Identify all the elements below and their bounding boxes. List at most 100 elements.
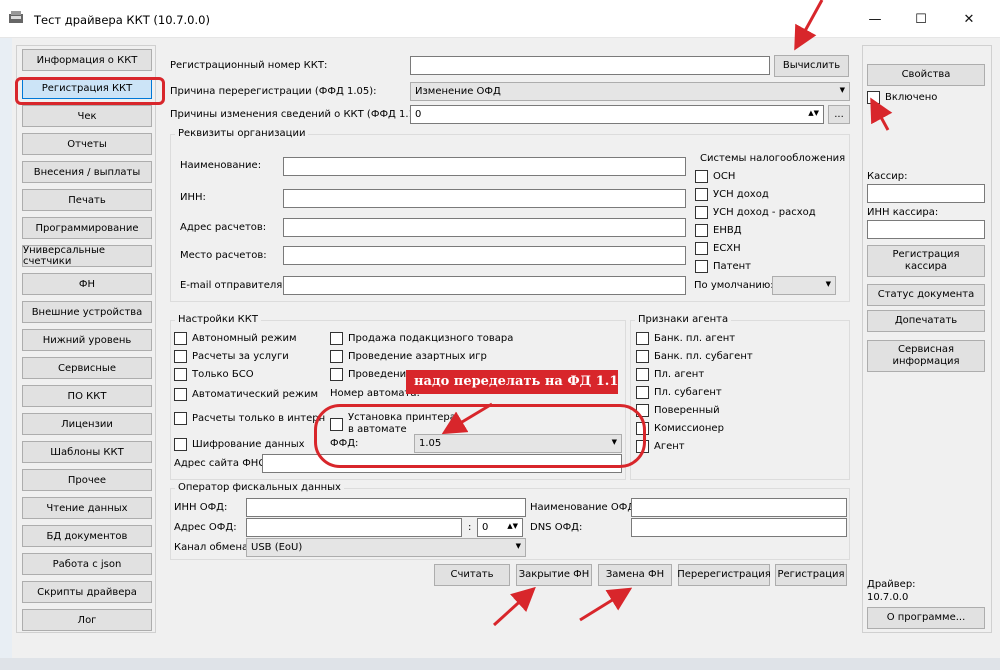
- cashier-input[interactable]: [867, 184, 985, 203]
- agent-checkbox[interactable]: Пл. субагент: [636, 386, 722, 399]
- sidebar-item[interactable]: Программирование: [22, 217, 152, 239]
- tax-system-checkbox[interactable]: Патент: [695, 260, 751, 273]
- sidebar-item[interactable]: Внесения / выплаты: [22, 161, 152, 183]
- sidebar-item[interactable]: Шаблоны ККТ: [22, 441, 152, 463]
- cashier-inn-input[interactable]: [867, 220, 985, 239]
- sidebar-item[interactable]: Лог: [22, 609, 152, 631]
- sidebar-item[interactable]: Сервисные: [22, 357, 152, 379]
- kkt-setting-checkbox[interactable]: Автономный режим: [174, 332, 297, 345]
- minimize-button[interactable]: —: [852, 4, 898, 34]
- calculate-button[interactable]: Вычислить: [774, 55, 849, 77]
- sidebar-item[interactable]: БД документов: [22, 525, 152, 547]
- checkbox-box[interactable]: [174, 412, 187, 425]
- checkbox-box[interactable]: [174, 368, 187, 381]
- ofd-name-input[interactable]: [631, 498, 847, 517]
- org-address-input[interactable]: [283, 218, 686, 237]
- sidebar-item[interactable]: Чек: [22, 105, 152, 127]
- checkbox-box[interactable]: [695, 188, 708, 201]
- sidebar-item[interactable]: Скрипты драйвера: [22, 581, 152, 603]
- agent-checkbox[interactable]: Поверенный: [636, 404, 720, 417]
- enabled-checkbox[interactable]: Включено: [867, 91, 937, 104]
- kkt-setting-checkbox[interactable]: Расчеты за услуги: [174, 350, 289, 363]
- close-fn-button[interactable]: Закрытие ФН: [516, 564, 592, 586]
- checkbox-box[interactable]: [695, 206, 708, 219]
- checkbox-box[interactable]: [636, 368, 649, 381]
- org-email-input[interactable]: [283, 276, 686, 295]
- checkbox-box[interactable]: [695, 170, 708, 183]
- rereg-reason-select[interactable]: Изменение ОФД ▼: [410, 82, 850, 101]
- checkbox-box[interactable]: [174, 350, 187, 363]
- checkbox-box[interactable]: [695, 242, 708, 255]
- checkbox-box[interactable]: [695, 224, 708, 237]
- tax-system-checkbox[interactable]: ЕНВД: [695, 224, 742, 237]
- checkbox-box[interactable]: [330, 368, 343, 381]
- reprint-button[interactable]: Допечатать: [867, 310, 985, 332]
- ofd-port-input[interactable]: 0 ▲▼: [477, 518, 523, 537]
- replace-fn-button[interactable]: Замена ФН: [598, 564, 672, 586]
- sidebar-item[interactable]: Прочее: [22, 469, 152, 491]
- ofd-dns-input[interactable]: [631, 518, 847, 537]
- ofd-inn-input[interactable]: [246, 498, 526, 517]
- checkbox-box[interactable]: [174, 332, 187, 345]
- checkbox-box[interactable]: [636, 386, 649, 399]
- sidebar-item[interactable]: ФН: [22, 273, 152, 295]
- read-button[interactable]: Считать: [434, 564, 510, 586]
- sidebar-item[interactable]: Внешние устройства: [22, 301, 152, 323]
- agent-checkbox[interactable]: Комиссионер: [636, 422, 724, 435]
- checkbox-box[interactable]: [330, 332, 343, 345]
- kkt-setting-label: Автономный режим: [192, 333, 297, 344]
- checkbox-box[interactable]: [174, 438, 187, 451]
- document-status-button[interactable]: Статус документа: [867, 284, 985, 306]
- kkt-setting-checkbox[interactable]: Расчеты только в интерн: [174, 412, 325, 425]
- kkt-setting-checkbox[interactable]: Продажа подакцизного товара: [330, 332, 513, 345]
- reregistration-button[interactable]: Перерегистрация: [677, 564, 771, 586]
- tax-system-checkbox[interactable]: ЕСХН: [695, 242, 741, 255]
- spin-arrows-icon[interactable]: ▲▼: [808, 109, 819, 117]
- close-button[interactable]: ✕: [946, 4, 992, 34]
- checkbox-box[interactable]: [695, 260, 708, 273]
- sidebar-item[interactable]: Работа с json: [22, 553, 152, 575]
- kkt-setting-checkbox[interactable]: Только БСО: [174, 368, 254, 381]
- change-reasons-more-button[interactable]: ...: [828, 105, 850, 124]
- agent-checkbox[interactable]: Банк. пл. агент: [636, 332, 735, 345]
- channel-select[interactable]: USB (EoU) ▼: [246, 538, 526, 557]
- agent-checkbox[interactable]: Банк. пл. субагент: [636, 350, 753, 363]
- checkbox-box[interactable]: [867, 91, 880, 104]
- sidebar-item[interactable]: Печать: [22, 189, 152, 211]
- agent-checkbox-label: Банк. пл. агент: [654, 333, 736, 344]
- sidebar-item[interactable]: Универсальные счетчики: [22, 245, 152, 267]
- checkbox-box[interactable]: [636, 332, 649, 345]
- kkt-setting-checkbox[interactable]: Проведение: [330, 368, 412, 381]
- registration-button[interactable]: Регистрация: [775, 564, 847, 586]
- sidebar-item[interactable]: Отчеты: [22, 133, 152, 155]
- sidebar-item[interactable]: Нижний уровень: [22, 329, 152, 351]
- checkbox-box[interactable]: [636, 350, 649, 363]
- tax-system-checkbox[interactable]: УСН доход: [695, 188, 769, 201]
- spin-arrows-icon[interactable]: ▲▼: [507, 522, 518, 530]
- sidebar-item[interactable]: Лицензии: [22, 413, 152, 435]
- kkt-setting-checkbox[interactable]: Автоматический режим: [174, 388, 318, 401]
- reg-number-input[interactable]: [410, 56, 770, 75]
- kkt-setting-checkbox[interactable]: Проведение азартных игр: [330, 350, 487, 363]
- org-place-input[interactable]: [283, 246, 686, 265]
- sidebar-item[interactable]: Информация о ККТ: [22, 49, 152, 71]
- change-reasons-input[interactable]: 0 ▲▼: [410, 105, 824, 124]
- register-cashier-button[interactable]: Регистрация кассира: [867, 245, 985, 277]
- properties-button[interactable]: Свойства: [867, 64, 985, 86]
- about-button[interactable]: О программе...: [867, 607, 985, 629]
- service-info-button[interactable]: Сервисная информация: [867, 340, 985, 372]
- checkbox-box[interactable]: [330, 350, 343, 363]
- sidebar-item[interactable]: Чтение данных: [22, 497, 152, 519]
- ofd-address-input[interactable]: [246, 518, 462, 537]
- tax-default-select[interactable]: ▼: [772, 276, 836, 295]
- tax-system-checkbox[interactable]: ОСН: [695, 170, 735, 183]
- org-inn-input[interactable]: [283, 189, 686, 208]
- org-name-input[interactable]: [283, 157, 686, 176]
- sidebar-item[interactable]: ПО ККТ: [22, 385, 152, 407]
- maximize-button[interactable]: ☐: [898, 4, 944, 34]
- tax-system-checkbox[interactable]: УСН доход - расход: [695, 206, 816, 219]
- org-address-label: Адрес расчетов:: [180, 222, 267, 233]
- kkt-setting-checkbox[interactable]: Шифрование данных: [174, 438, 305, 451]
- checkbox-box[interactable]: [174, 388, 187, 401]
- agent-checkbox[interactable]: Пл. агент: [636, 368, 704, 381]
